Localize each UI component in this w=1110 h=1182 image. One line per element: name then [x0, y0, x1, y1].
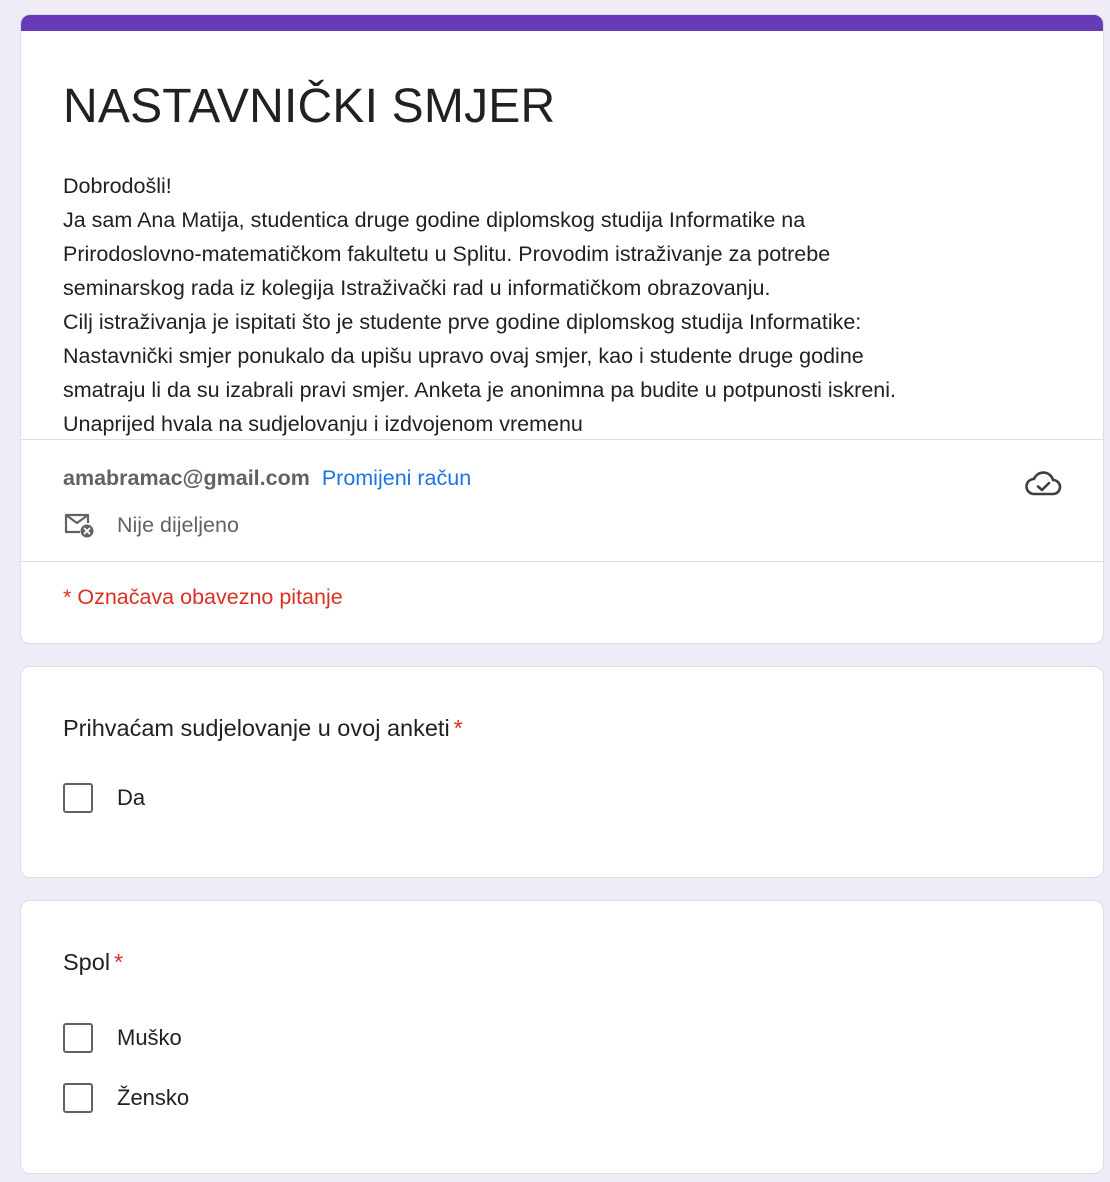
- option-label: Muško: [117, 1025, 182, 1050]
- checkbox[interactable]: [63, 1023, 93, 1053]
- question-card-consent: Prihvaćam sudjelovanje u ovoj anketi * Da: [20, 666, 1104, 878]
- form-page: NASTAVNIČKI SMJER Dobrodošli! Ja sam Ana…: [0, 0, 1110, 1182]
- option-label: Žensko: [117, 1085, 190, 1110]
- description-line: Dobrodošli!: [63, 174, 172, 198]
- description-line: Unaprijed hvala na sudjelovanju i izdvoj…: [63, 412, 583, 436]
- description-line: seminarskog rada iz kolegija Istraživačk…: [63, 276, 771, 300]
- divider: [21, 561, 1103, 562]
- option-label: Da: [117, 785, 146, 810]
- share-status-row: Nije dijeljeno: [63, 511, 239, 539]
- required-asterisk: *: [114, 949, 124, 975]
- description-line: Nastavnički smjer ponukalo da upišu upra…: [63, 344, 864, 368]
- share-status-text: Nije dijeljeno: [117, 512, 239, 537]
- question-title: Prihvaćam sudjelovanje u ovoj anketi *: [63, 711, 1103, 745]
- option-zensko[interactable]: Žensko: [63, 1083, 1103, 1113]
- description-line: Prirodoslovno-matematičkom fakultetu u S…: [63, 242, 831, 266]
- form-header-card: NASTAVNIČKI SMJER Dobrodošli! Ja sam Ana…: [20, 14, 1104, 644]
- required-asterisk: *: [453, 715, 463, 741]
- question-card-gender: Spol * Muško Žensko: [20, 900, 1104, 1174]
- description-line: Ja sam Ana Matija, studentica druge godi…: [63, 208, 806, 232]
- question-text: Spol: [63, 949, 111, 975]
- form-description: Dobrodošli! Ja sam Ana Matija, studentic…: [63, 169, 1063, 441]
- option-da[interactable]: Da: [63, 783, 1103, 813]
- account-row: amabramac@gmail.com Promijeni račun: [63, 463, 471, 493]
- checkbox[interactable]: [63, 1083, 93, 1113]
- switch-account-link[interactable]: Promijeni račun: [322, 466, 471, 490]
- cloud-check-icon[interactable]: [1023, 467, 1063, 499]
- option-musko[interactable]: Muško: [63, 1023, 1103, 1053]
- description-line: smatraju li da su izabrali pravi smjer. …: [63, 378, 896, 402]
- required-note: * Označava obavezno pitanje: [63, 585, 343, 609]
- account-email: amabramac@gmail.com: [63, 466, 310, 490]
- description-line: Cilj istraživanja je ispitati što je stu…: [63, 310, 862, 334]
- divider: [21, 439, 1103, 440]
- accent-bar: [21, 15, 1103, 31]
- question-title: Spol *: [63, 945, 1103, 979]
- checkbox[interactable]: [63, 783, 93, 813]
- form-title: NASTAVNIČKI SMJER: [63, 80, 556, 133]
- mail-not-shared-icon: [64, 513, 94, 538]
- question-text: Prihvaćam sudjelovanje u ovoj anketi: [63, 715, 450, 741]
